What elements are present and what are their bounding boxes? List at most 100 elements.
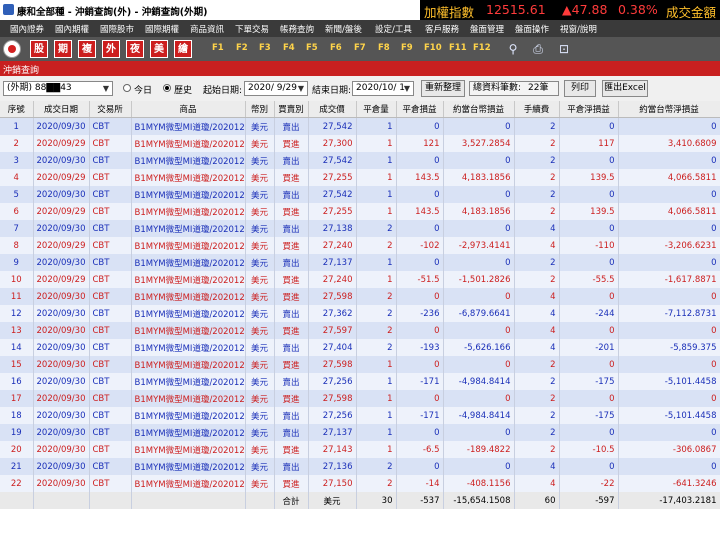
menu-item-account[interactable]: 帳務查詢 — [280, 23, 314, 35]
table-row[interactable]: 21 2020/09/30 CBT B1MYM微型MI道瓊/202012 美元 賣出 27,… — [0, 458, 720, 475]
menu-item-board-operate[interactable]: 盤面操作 — [515, 23, 549, 35]
row-product: B1MYM微型MI道瓊/202012 — [131, 305, 246, 322]
row-qty: 2 — [356, 237, 397, 254]
print-icon[interactable]: ⎙ — [530, 41, 546, 57]
home-button[interactable] — [3, 40, 21, 58]
col-header-fee[interactable]: 手續費 — [514, 101, 560, 118]
f6-button[interactable]: F6 — [330, 43, 342, 53]
end-date-value: 2020/10/ 1 — [356, 83, 406, 93]
col-header-price[interactable]: 成交價 — [308, 101, 357, 118]
menu-item-domestic-futures[interactable]: 國內期權 — [55, 23, 89, 35]
row-net: 0 — [559, 220, 619, 237]
table-row[interactable]: 9 2020/09/30 CBT B1MYM微型MI道瓊/202012 美元 賣出 27,1… — [0, 254, 720, 271]
menu-item-order[interactable]: 下單交易 — [235, 23, 269, 35]
print-button[interactable]: 列印 — [564, 80, 596, 97]
f2-button[interactable]: F2 — [236, 43, 248, 53]
col-header-no[interactable]: 序號 — [0, 101, 34, 118]
row-twd-pl: 0 — [443, 186, 515, 203]
col-header-side[interactable]: 買賣別 — [274, 101, 309, 118]
export-excel-button[interactable]: 匯出Excel — [602, 80, 648, 97]
menu-item-intl-stocks[interactable]: 國際股市 — [100, 23, 134, 35]
f10-button[interactable]: F10 — [424, 43, 442, 53]
row-date: 2020/09/30 — [33, 424, 90, 441]
table-row[interactable]: 4 2020/09/29 CBT B1MYM微型MI道瓊/202012 美元 買進 27,2… — [0, 169, 720, 186]
f9-button[interactable]: F9 — [401, 43, 413, 53]
table-row[interactable]: 10 2020/09/29 CBT B1MYM微型MI道瓊/202012 美元 買進 27,… — [0, 271, 720, 288]
table-row[interactable]: 8 2020/09/29 CBT B1MYM微型MI道瓊/202012 美元 買進 27,2… — [0, 237, 720, 254]
menu-item-news[interactable]: 新聞/盤後 — [325, 23, 362, 35]
f11-button[interactable]: F11 — [449, 43, 467, 53]
row-currency: 美元 — [245, 305, 275, 322]
table-row[interactable]: 12 2020/09/30 CBT B1MYM微型MI道瓊/202012 美元 賣出 27,… — [0, 305, 720, 322]
col-header-date[interactable]: 成交日期 — [33, 101, 90, 118]
col-header-currency[interactable]: 幣別 — [245, 101, 275, 118]
col-header-exchange[interactable]: 交易所 — [89, 101, 132, 118]
f3-button[interactable]: F3 — [259, 43, 271, 53]
f4-button[interactable]: F4 — [283, 43, 295, 53]
table-row[interactable]: 1 2020/09/30 CBT B1MYM微型MI道瓊/202012 美元 賣出 27,5… — [0, 117, 720, 135]
table-row[interactable]: 6 2020/09/29 CBT B1MYM微型MI道瓊/202012 美元 買進 27,2… — [0, 203, 720, 220]
table-row[interactable]: 7 2020/09/30 CBT B1MYM微型MI道瓊/202012 美元 賣出 27,1… — [0, 220, 720, 237]
f1-button[interactable]: F1 — [212, 43, 224, 53]
col-header-pl[interactable]: 平倉損益 — [396, 101, 444, 118]
row-twd-pl: -5,626.166 — [443, 339, 515, 356]
crop-icon[interactable]: ⊡ — [556, 41, 572, 57]
f8-button[interactable]: F8 — [378, 43, 390, 53]
table-row[interactable]: 2 2020/09/29 CBT B1MYM微型MI道瓊/202012 美元 買進 27,3… — [0, 135, 720, 152]
table-row[interactable]: 20 2020/09/30 CBT B1MYM微型MI道瓊/202012 美元 買進 27,… — [0, 441, 720, 458]
menu-item-window-help[interactable]: 視窗/說明 — [560, 23, 597, 35]
refresh-button[interactable]: 重新整理 — [421, 80, 465, 97]
total-count-value: 22筆 — [528, 83, 549, 93]
f12-button[interactable]: F12 — [473, 43, 491, 53]
col-header-qty[interactable]: 平倉量 — [356, 101, 397, 118]
table-row[interactable]: 13 2020/09/30 CBT B1MYM微型MI道瓊/202012 美元 買進 27,… — [0, 322, 720, 339]
menu-item-domestic-stocks[interactable]: 國內證券 — [10, 23, 44, 35]
toolbar-button-compound[interactable]: 複 — [78, 40, 96, 58]
menu-item-service[interactable]: 客戶服務 — [425, 23, 459, 35]
account-select[interactable]: (外期) 88▇▇43 ▼ — [3, 81, 113, 96]
table-row[interactable]: 18 2020/09/30 CBT B1MYM微型MI道瓊/202012 美元 賣出 27,… — [0, 407, 720, 424]
menu-item-quotes[interactable]: 商品資訊 — [190, 23, 224, 35]
table-header: 序號 成交日期 交易所 商品 幣別 買賣別 成交價 平倉量 平倉損益 約當台幣損… — [0, 101, 720, 118]
f7-button[interactable]: F7 — [354, 43, 366, 53]
end-date-field[interactable]: 2020/10/ 1 ▼ — [352, 81, 414, 96]
chevron-down-icon[interactable]: ▼ — [402, 83, 412, 94]
row-pl: -236 — [396, 305, 444, 322]
toolbar-button-stock[interactable]: 股 — [30, 40, 48, 58]
f5-button[interactable]: F5 — [306, 43, 318, 53]
row-no: 20 — [0, 441, 34, 458]
table-row[interactable]: 15 2020/09/30 CBT B1MYM微型MI道瓊/202012 美元 買進 27,… — [0, 356, 720, 373]
table-row[interactable]: 11 2020/09/30 CBT B1MYM微型MI道瓊/202012 美元 買進 27,… — [0, 288, 720, 305]
menu-item-intl-futures[interactable]: 國際期權 — [145, 23, 179, 35]
col-header-net[interactable]: 平倉淨損益 — [559, 101, 619, 118]
table-row[interactable]: 16 2020/09/30 CBT B1MYM微型MI道瓊/202012 美元 賣出 27,… — [0, 373, 720, 390]
toolbar-button-night[interactable]: 夜 — [126, 40, 144, 58]
toolbar-button-draw[interactable]: 繪 — [174, 40, 192, 58]
table-row[interactable]: 14 2020/09/30 CBT B1MYM微型MI道瓊/202012 美元 賣出 27,… — [0, 339, 720, 356]
toolbar-button-foreign[interactable]: 外 — [102, 40, 120, 58]
chevron-down-icon[interactable]: ▼ — [296, 83, 306, 94]
chevron-down-icon[interactable]: ▼ — [101, 83, 111, 94]
toolbar-button-us[interactable]: 美 — [150, 40, 168, 58]
search-icon[interactable]: ⚲ — [505, 41, 521, 57]
col-header-product[interactable]: 商品 — [131, 101, 246, 118]
table-row[interactable]: 22 2020/09/30 CBT B1MYM微型MI道瓊/202012 美元 買進 27,… — [0, 475, 720, 492]
row-twd-net: 0 — [618, 152, 720, 169]
col-header-twd-pl[interactable]: 約當台幣損益 — [443, 101, 515, 118]
table-row[interactable]: 19 2020/09/30 CBT B1MYM微型MI道瓊/202012 美元 賣出 27,… — [0, 424, 720, 441]
table-row[interactable]: 5 2020/09/30 CBT B1MYM微型MI道瓊/202012 美元 賣出 27,5… — [0, 186, 720, 203]
menu-item-board-manage[interactable]: 盤面管理 — [470, 23, 504, 35]
row-qty: 1 — [356, 135, 397, 152]
table-row[interactable]: 17 2020/09/30 CBT B1MYM微型MI道瓊/202012 美元 買進 27,… — [0, 390, 720, 407]
today-radio[interactable] — [123, 84, 131, 92]
start-date-field[interactable]: 2020/ 9/29 ▼ — [244, 81, 308, 96]
row-twd-pl: -408.1156 — [443, 475, 515, 492]
menu-item-settings[interactable]: 設定/工具 — [375, 23, 412, 35]
row-fee: 2 — [514, 186, 560, 203]
toolbar-button-futures[interactable]: 期 — [54, 40, 72, 58]
row-price: 27,255 — [308, 169, 357, 186]
row-currency: 美元 — [245, 220, 275, 237]
history-radio[interactable] — [163, 84, 171, 92]
table-row[interactable]: 3 2020/09/30 CBT B1MYM微型MI道瓊/202012 美元 賣出 27,5… — [0, 152, 720, 169]
col-header-twd-net[interactable]: 約當台幣淨損益 — [618, 101, 720, 118]
